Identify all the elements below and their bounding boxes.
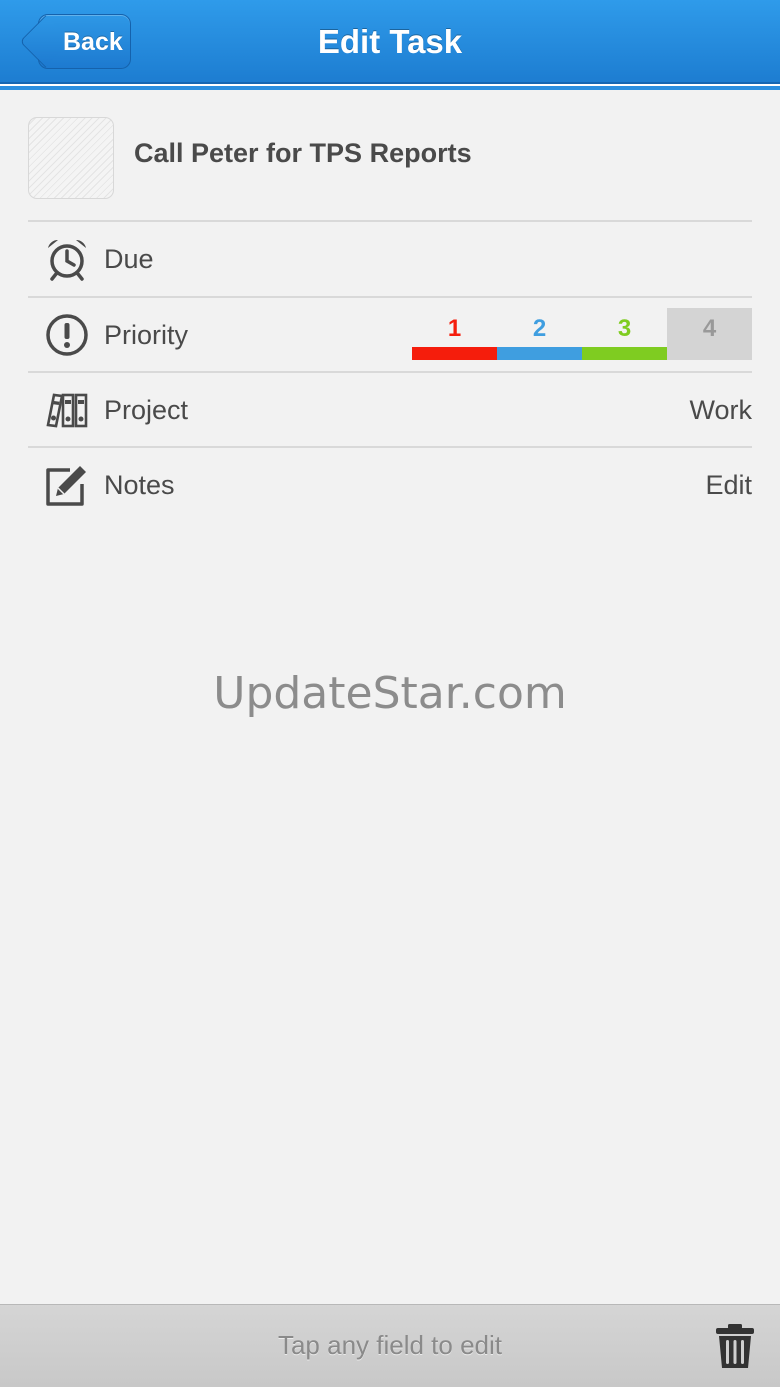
- exclamation-circle-icon: [46, 314, 88, 356]
- priority-option-1[interactable]: 1: [412, 308, 497, 360]
- bottom-toolbar: Tap any field to edit: [0, 1304, 780, 1387]
- priority-label: Priority: [104, 320, 189, 350]
- priority-color-bar: [582, 347, 667, 360]
- pencil-square-icon: [46, 466, 86, 506]
- trash-icon[interactable]: [714, 1323, 756, 1369]
- due-label: Due: [104, 244, 154, 274]
- due-row[interactable]: Due: [28, 222, 752, 294]
- alarm-clock-icon: [48, 239, 86, 281]
- header-divider: [0, 84, 780, 90]
- binders-icon: [46, 393, 88, 428]
- priority-color-bar: [412, 347, 497, 360]
- project-row[interactable]: Project Work: [28, 373, 752, 445]
- notes-edit-link[interactable]: Edit: [705, 448, 752, 522]
- task-title[interactable]: Call Peter for TPS Reports: [134, 138, 472, 169]
- priority-option-4[interactable]: 4: [667, 308, 752, 360]
- footer-hint: Tap any field to edit: [277, 1330, 503, 1360]
- priority-option-label: 4: [702, 315, 717, 342]
- priority-option-label: 3: [617, 315, 632, 342]
- priority-option-3[interactable]: 3: [582, 308, 667, 360]
- page-title: Edit Task: [317, 23, 463, 60]
- priority-selector: 1 2 3 4: [412, 308, 752, 360]
- navigation-bar: Back Edit Task: [0, 0, 780, 84]
- task-checkbox[interactable]: [28, 117, 114, 199]
- priority-row: Priority 1 2 3 4: [28, 298, 752, 370]
- watermark: UpdateStar.com: [213, 668, 567, 719]
- priority-color-bar: [497, 347, 582, 360]
- priority-option-label: 1: [447, 315, 462, 342]
- notes-row[interactable]: Notes Edit: [28, 448, 752, 520]
- notes-label: Notes: [104, 470, 175, 500]
- priority-option-2[interactable]: 2: [497, 308, 582, 360]
- project-value: Work: [689, 395, 752, 425]
- project-label: Project: [104, 395, 189, 425]
- priority-option-label: 2: [532, 315, 547, 342]
